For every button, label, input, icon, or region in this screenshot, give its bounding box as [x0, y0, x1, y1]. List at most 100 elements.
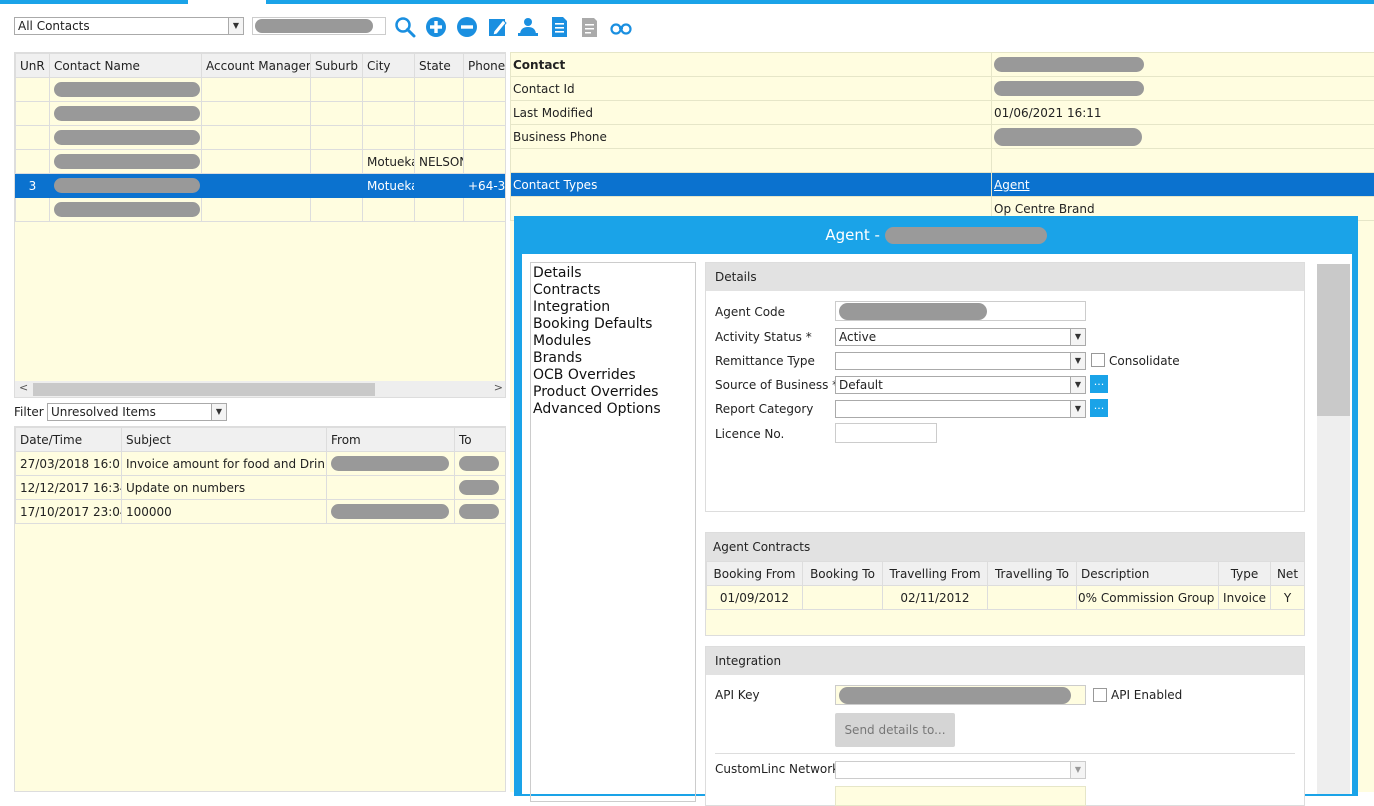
notes-icon[interactable]: [579, 16, 601, 38]
modal-vertical-scrollbar[interactable]: [1317, 264, 1350, 794]
section-title: Integration: [706, 647, 1304, 675]
active-tab-marker: [188, 0, 266, 4]
col-header-datetime[interactable]: Date/Time: [16, 428, 122, 452]
col-header-subject[interactable]: Subject: [122, 428, 327, 452]
table-row[interactable]: 27/03/2018 16:01 Invoice amount for food…: [16, 452, 507, 476]
search-input[interactable]: [252, 17, 386, 35]
consolidate-checkbox[interactable]: [1091, 353, 1105, 367]
table-row[interactable]: [16, 102, 507, 126]
binoculars-icon[interactable]: [610, 16, 632, 38]
chevron-down-icon[interactable]: ▼: [1070, 329, 1085, 345]
cell-subject: 100000: [122, 500, 327, 524]
cell-city: [363, 102, 415, 126]
table-header-row: UnR Contact Name Account Manager Suburb …: [16, 54, 507, 78]
cell-suburb: [311, 78, 363, 102]
chevron-down-icon[interactable]: ▼: [1070, 401, 1085, 417]
cell-account-manager: [202, 198, 311, 222]
nav-item-advanced-options[interactable]: Advanced Options: [533, 401, 693, 418]
view-select[interactable]: All Contacts ▼: [14, 17, 244, 35]
cell-contact-name: [50, 174, 202, 198]
activity-table: Date/Time Subject From To 27/03/2018 16:…: [15, 427, 506, 524]
agent-link[interactable]: Agent: [994, 178, 1030, 192]
col-header-description[interactable]: Description: [1077, 562, 1219, 586]
filter-select[interactable]: Unresolved Items ▼: [47, 403, 227, 421]
report-category-more-button[interactable]: ...: [1090, 399, 1108, 417]
send-details-button[interactable]: Send details to...: [835, 713, 955, 747]
table-row[interactable]: 12/12/2017 16:34 Update on numbers: [16, 476, 507, 500]
chevron-left-icon[interactable]: <: [19, 381, 28, 394]
col-header-unr[interactable]: UnR: [16, 54, 50, 78]
search-icon[interactable]: [394, 16, 416, 38]
scrollbar-thumb[interactable]: [33, 383, 375, 396]
horizontal-scrollbar[interactable]: < >: [15, 381, 506, 398]
chevron-down-icon[interactable]: ▼: [1070, 353, 1085, 369]
nav-item-integration[interactable]: Integration: [533, 299, 693, 316]
chevron-down-icon[interactable]: ▼: [1070, 762, 1085, 778]
nav-item-brands[interactable]: Brands: [533, 350, 693, 367]
customlinc-network-select[interactable]: ▼: [835, 761, 1086, 779]
document-icon[interactable]: [548, 16, 570, 38]
add-icon[interactable]: [425, 16, 447, 38]
report-category-select[interactable]: ▼: [835, 400, 1086, 418]
col-header-account-manager[interactable]: Account Manager: [202, 54, 311, 78]
table-row[interactable]: [16, 78, 507, 102]
chevron-right-icon[interactable]: >: [494, 381, 503, 394]
nav-item-modules[interactable]: Modules: [533, 333, 693, 350]
col-header-travelling-from[interactable]: Travelling From: [883, 562, 988, 586]
col-header-state[interactable]: State: [415, 54, 464, 78]
detail-value: [992, 125, 1374, 149]
remove-icon[interactable]: [456, 16, 478, 38]
cell-phone: [464, 78, 507, 102]
nav-item-product-overrides[interactable]: Product Overrides: [533, 384, 693, 401]
table-row[interactable]: 01/09/2012 02/11/2012 0% Commission Grou…: [707, 586, 1305, 610]
modal-body: Details Contracts Integration Booking De…: [522, 254, 1352, 794]
licence-no-field[interactable]: [835, 423, 937, 443]
table-row[interactable]: 17/10/2017 23:04 100000: [16, 500, 507, 524]
source-of-business-more-button[interactable]: ...: [1090, 375, 1108, 393]
remittance-type-select[interactable]: ▼: [835, 352, 1086, 370]
table-row[interactable]: Motueka NELSON: [16, 150, 507, 174]
col-header-phone[interactable]: Phone: [464, 54, 507, 78]
cell-net: Y: [1271, 586, 1305, 610]
col-header-city[interactable]: City: [363, 54, 415, 78]
nav-item-details[interactable]: Details: [533, 265, 693, 282]
col-header-travelling-to[interactable]: Travelling To: [988, 562, 1077, 586]
col-header-net[interactable]: Net: [1271, 562, 1305, 586]
api-enabled-checkbox[interactable]: [1093, 688, 1107, 702]
table-row[interactable]: [16, 126, 507, 150]
col-header-booking-to[interactable]: Booking To: [803, 562, 883, 586]
cell-to: [455, 452, 507, 476]
col-header-suburb[interactable]: Suburb: [311, 54, 363, 78]
cell-subject: Update on numbers: [122, 476, 327, 500]
activity-status-select[interactable]: Active ▼: [835, 328, 1086, 346]
nav-item-contracts[interactable]: Contracts: [533, 282, 693, 299]
integration-extra-field[interactable]: [835, 786, 1086, 806]
col-header-from[interactable]: From: [327, 428, 455, 452]
contacts-icon[interactable]: [517, 16, 539, 38]
cell-datetime: 27/03/2018 16:01: [16, 452, 122, 476]
nav-item-booking-defaults[interactable]: Booking Defaults: [533, 316, 693, 333]
col-header-type[interactable]: Type: [1219, 562, 1271, 586]
cell-contact-name: [50, 78, 202, 102]
scrollbar-thumb[interactable]: [1317, 264, 1350, 416]
source-of-business-value: Default: [839, 378, 883, 392]
section-title: Agent Contracts: [706, 533, 1304, 561]
redacted-text: [54, 82, 200, 97]
col-header-booking-from[interactable]: Booking From: [707, 562, 803, 586]
col-header-to[interactable]: To: [455, 428, 507, 452]
agent-code-field[interactable]: [835, 301, 1086, 321]
source-of-business-select[interactable]: Default ▼: [835, 376, 1086, 394]
nav-item-ocb-overrides[interactable]: OCB Overrides: [533, 367, 693, 384]
api-key-field[interactable]: [835, 685, 1086, 705]
table-row-selected[interactable]: 3 Motueka +64-3-: [16, 174, 507, 198]
edit-icon[interactable]: [487, 16, 509, 38]
col-header-contact-name[interactable]: Contact Name: [50, 54, 202, 78]
chevron-down-icon[interactable]: ▼: [228, 18, 243, 34]
chevron-down-icon[interactable]: ▼: [1070, 377, 1085, 393]
detail-row-selected[interactable]: Contact Types Agent: [511, 173, 1374, 197]
contacts-grid: UnR Contact Name Account Manager Suburb …: [14, 52, 506, 398]
cell-description: 0% Commission Group: [1077, 586, 1219, 610]
table-row[interactable]: [16, 198, 507, 222]
redacted-text: [54, 202, 200, 217]
chevron-down-icon[interactable]: ▼: [211, 404, 226, 420]
